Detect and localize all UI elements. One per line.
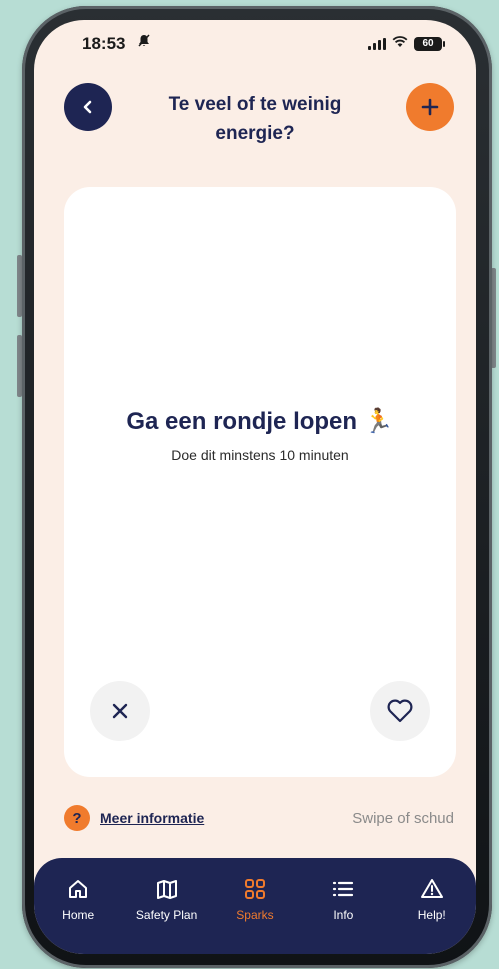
silent-bell-icon — [138, 34, 150, 50]
spark-card[interactable]: Ga een rondje lopen 🏃 Doe dit minstens 1… — [64, 187, 456, 777]
status-bar: 18:53 60 — [34, 20, 476, 70]
battery-icon: 60 — [414, 37, 445, 51]
signal-icon — [368, 38, 386, 50]
card-subtitle: Doe dit minstens 10 minuten — [171, 447, 349, 463]
tab-info[interactable]: Info — [301, 876, 385, 922]
tab-label: Help! — [417, 908, 446, 922]
warning-icon — [420, 879, 443, 898]
back-button[interactable] — [64, 83, 112, 131]
card-title: Ga een rondje lopen 🏃 — [126, 408, 394, 435]
wifi-icon — [392, 35, 408, 53]
more-info-row[interactable]: ? Meer informatie — [64, 805, 204, 831]
status-time: 18:53 — [82, 34, 126, 53]
tab-label: Safety Plan — [135, 908, 198, 922]
tab-label: Home — [62, 908, 95, 922]
app-screen: 18:53 60 Te veel of te weinig energie? G… — [34, 20, 476, 954]
chevron-left-icon — [83, 100, 92, 114]
heart-icon — [387, 699, 413, 723]
tab-home[interactable]: Home — [36, 876, 120, 922]
list-icon — [333, 881, 354, 897]
tab-safety-plan[interactable]: Safety Plan — [125, 876, 209, 922]
more-info-link[interactable]: Meer informatie — [100, 810, 204, 826]
tab-label: Info — [333, 908, 354, 922]
map-icon — [156, 880, 177, 899]
tab-sparks[interactable]: Sparks — [213, 876, 297, 922]
tab-help[interactable]: Help! — [390, 876, 474, 922]
status-icons: 60 — [368, 35, 445, 53]
tab-label: Sparks — [236, 908, 274, 922]
dismiss-button[interactable] — [90, 681, 150, 741]
page-title: Te veel of te weinig energie? — [168, 94, 342, 144]
close-icon — [112, 703, 128, 719]
add-button[interactable] — [406, 83, 454, 131]
bottom-tab-bar: Home Safety Plan Sparks Info Help! — [34, 858, 476, 954]
question-icon: ? — [64, 805, 90, 831]
plus-icon — [421, 98, 439, 116]
like-button[interactable] — [370, 681, 430, 741]
swipe-hint: Swipe of schud — [352, 810, 454, 827]
home-icon — [69, 880, 88, 898]
grid-icon — [244, 879, 265, 899]
